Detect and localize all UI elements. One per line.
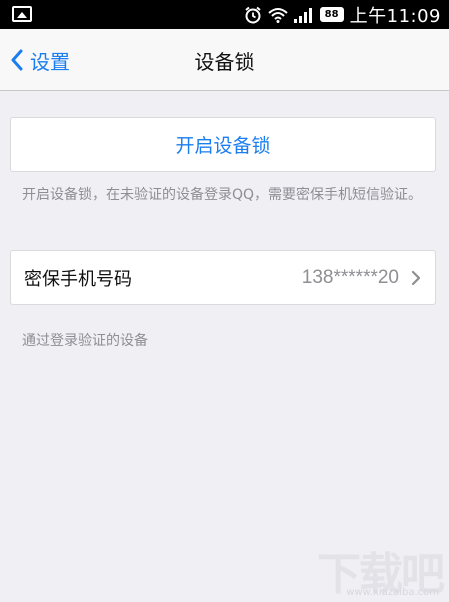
navigation-bar: 设置 设备锁 <box>0 29 449 91</box>
alarm-icon <box>244 6 261 23</box>
security-phone-value: 138******20 <box>301 266 399 288</box>
security-phone-label: 密保手机号码 <box>24 268 132 290</box>
status-bar: 88 上午11:09 <box>0 0 449 29</box>
gallery-icon <box>12 6 32 22</box>
watermark-logo: 下载吧 www.xiazaiba.com <box>303 534 445 600</box>
enable-device-lock-button[interactable]: 开启设备锁 <box>10 117 436 172</box>
security-phone-row[interactable]: 密保手机号码 138******20 <box>10 250 436 305</box>
status-time: 上午11:09 <box>349 5 441 27</box>
status-icons: 88 上午11:09 <box>244 0 441 29</box>
verified-devices-label: 通过登录验证的设备 <box>22 333 148 349</box>
wifi-icon <box>267 7 288 23</box>
watermark-url: www.xiazaiba.com <box>346 587 439 598</box>
chevron-right-icon <box>411 270 421 285</box>
battery-level: 88 <box>324 8 339 20</box>
battery-icon: 88 <box>319 7 344 22</box>
page-title: 设备锁 <box>194 49 255 74</box>
device-lock-description: 开启设备锁，在未验证的设备登录QQ，需要密保手机短信验证。 <box>22 187 423 203</box>
signal-icon <box>293 7 312 23</box>
